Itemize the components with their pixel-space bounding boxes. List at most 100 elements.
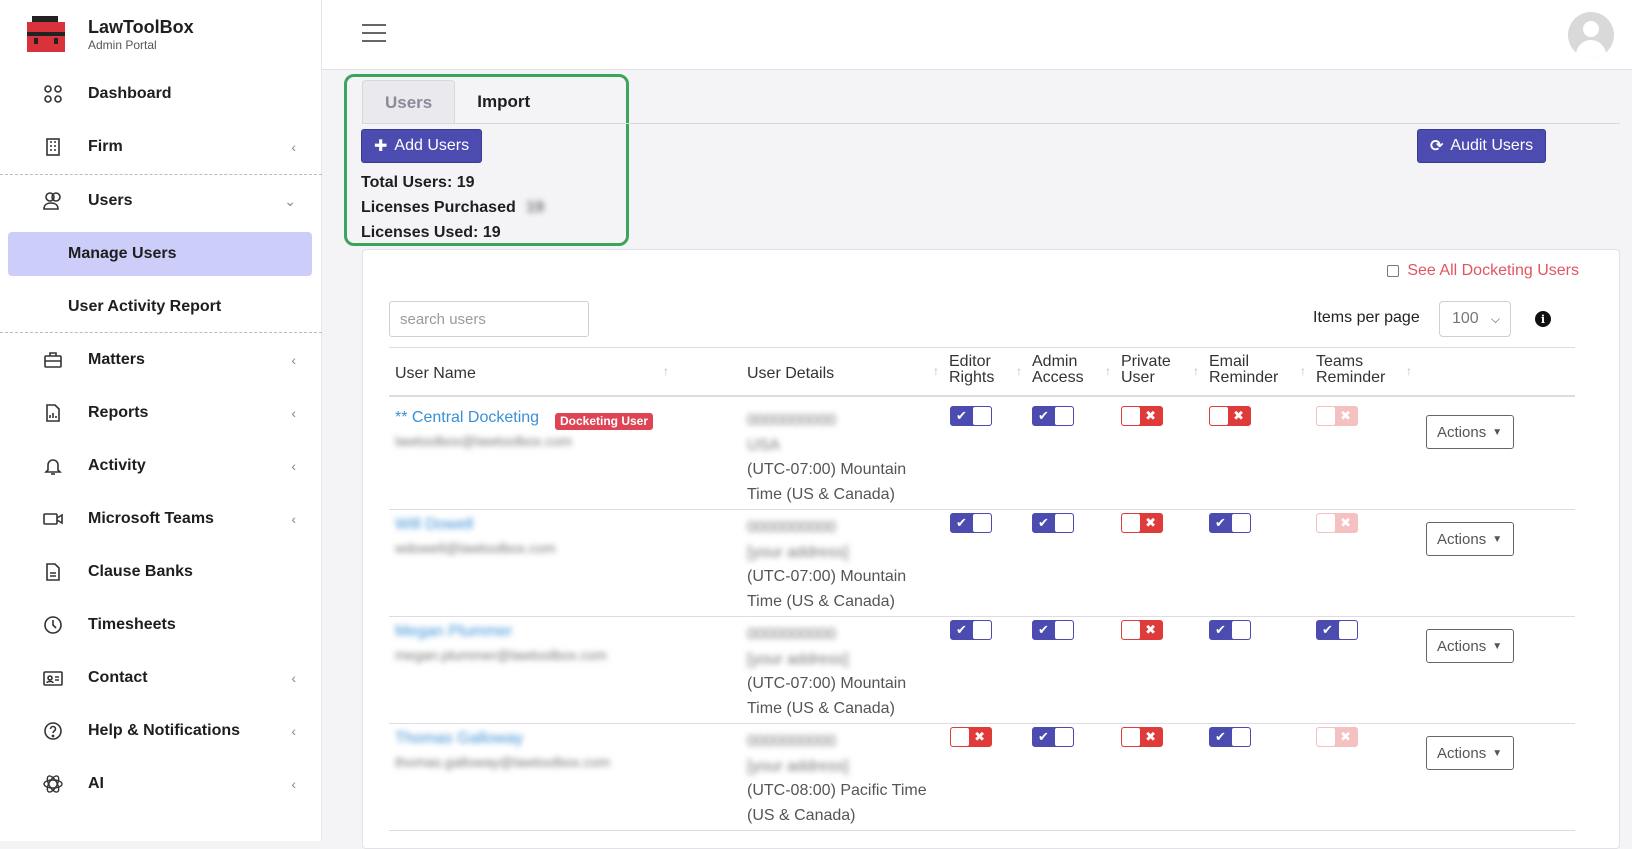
- user-timezone-line1: (UTC-08:00) Pacific Time: [747, 782, 927, 799]
- toggle-knob: [1122, 407, 1140, 425]
- ai-icon: [42, 773, 64, 795]
- sidebar-item-manage-users[interactable]: Manage Users: [8, 232, 312, 276]
- col-private-user[interactable]: Private User: [1121, 354, 1171, 386]
- actions-dropdown-button[interactable]: Actions ▼: [1426, 629, 1514, 663]
- brand[interactable]: LawToolBox Admin Portal: [24, 14, 194, 54]
- sort-arrow-icon[interactable]: ↑: [1193, 364, 1199, 378]
- avatar[interactable]: [1568, 12, 1614, 58]
- toggle-knob: [1122, 514, 1140, 532]
- private-user-toggle[interactable]: ✖: [1121, 727, 1163, 747]
- licenses-purchased-value: 19: [526, 199, 544, 216]
- sort-arrow-icon[interactable]: ↑: [1300, 364, 1306, 378]
- sort-arrow-icon[interactable]: ↑: [1406, 364, 1412, 378]
- sidebar-item-firm[interactable]: Firm ‹: [0, 125, 322, 169]
- teams-reminder-toggle[interactable]: ✖: [1316, 406, 1358, 426]
- check-icon: ✔: [956, 408, 967, 423]
- editor-rights-toggle[interactable]: ✖: [950, 727, 992, 747]
- sidebar-item-microsoft-teams[interactable]: Microsoft Teams ‹: [0, 497, 322, 541]
- user-name-link[interactable]: Thomas Galloway: [395, 730, 523, 748]
- x-icon: ✖: [1233, 408, 1244, 423]
- sidebar-item-dashboard[interactable]: Dashboard: [0, 72, 322, 116]
- sidebar-item-clause-banks[interactable]: Clause Banks: [0, 550, 322, 594]
- tab-users[interactable]: Users: [362, 80, 456, 124]
- check-icon: ✔: [1215, 729, 1226, 744]
- sort-arrow-icon[interactable]: ↑: [933, 364, 939, 378]
- col-user-details[interactable]: User Details: [747, 366, 834, 382]
- bell-icon: [42, 455, 64, 477]
- user-name-link[interactable]: ** Central Docketing: [395, 409, 539, 427]
- docketing-checkbox[interactable]: [1387, 265, 1400, 277]
- audit-users-button[interactable]: ⟳ Audit Users: [1417, 129, 1547, 163]
- admin-access-toggle[interactable]: ✔: [1032, 513, 1074, 533]
- editor-rights-toggle[interactable]: ✔: [950, 406, 992, 426]
- user-timezone-line2: Time (US & Canada): [747, 592, 895, 610]
- col-email-reminder[interactable]: Email Reminder: [1209, 354, 1278, 386]
- col-admin-access[interactable]: Admin Access: [1032, 354, 1084, 386]
- sidebar-item-help-notifications[interactable]: Help & Notifications ‹: [0, 709, 322, 753]
- chevron-left-icon: ‹: [291, 723, 296, 739]
- col-user-name[interactable]: User Name: [395, 366, 476, 382]
- teams-reminder-toggle[interactable]: ✖: [1316, 513, 1358, 533]
- admin-access-toggle[interactable]: ✔: [1032, 406, 1074, 426]
- user-address: [your address]: [747, 650, 849, 668]
- private-user-toggle[interactable]: ✖: [1121, 620, 1163, 640]
- private-user-toggle[interactable]: ✖: [1121, 406, 1163, 426]
- editor-rights-toggle[interactable]: ✔: [950, 620, 992, 640]
- sidebar-item-timesheets[interactable]: Timesheets: [0, 603, 322, 647]
- admin-access-toggle[interactable]: ✔: [1032, 620, 1074, 640]
- sidebar-item-reports[interactable]: Reports ‹: [0, 391, 322, 435]
- items-per-page-select[interactable]: 100 ⌵: [1439, 301, 1511, 337]
- x-icon: ✖: [1340, 515, 1351, 530]
- sidebar: LawToolBox Admin Portal Dashboard Firm ‹…: [0, 0, 322, 841]
- user-address: USA: [747, 436, 780, 454]
- sort-arrow-icon[interactable]: ↑: [1016, 364, 1022, 378]
- email-reminder-toggle[interactable]: ✖: [1209, 406, 1251, 426]
- sidebar-item-activity[interactable]: Activity ‹: [0, 444, 322, 488]
- col-editor-rights-line1: Editor: [949, 353, 991, 370]
- add-users-button[interactable]: ✚ Add Users: [361, 129, 483, 163]
- search-input[interactable]: [389, 301, 589, 337]
- user-timezone-line1: (UTC-07:00) Mountain: [747, 675, 907, 692]
- sidebar-subitem-label: User Activity Report: [68, 298, 222, 315]
- sidebar-item-users[interactable]: Users ⌄: [0, 179, 322, 223]
- hamburger-menu-icon[interactable]: [362, 24, 386, 44]
- sidebar-item-contact[interactable]: Contact ‹: [0, 656, 322, 700]
- info-icon[interactable]: i: [1535, 311, 1551, 327]
- actions-dropdown-button[interactable]: Actions ▼: [1426, 736, 1514, 770]
- sidebar-item-matters[interactable]: Matters ‹: [0, 338, 322, 382]
- user-name-link[interactable]: Will Dowell: [395, 516, 473, 534]
- user-phone: 0000000000: [747, 519, 836, 536]
- user-name-link[interactable]: Megan Plummer: [395, 623, 512, 641]
- sort-arrow-icon[interactable]: ↑: [663, 364, 669, 378]
- col-editor-rights[interactable]: Editor Rights: [949, 354, 994, 386]
- chevron-down-icon: ⌄: [284, 192, 296, 209]
- email-reminder-toggle[interactable]: ✔: [1209, 620, 1251, 640]
- see-all-docketing-label: See All Docketing Users: [1407, 262, 1579, 279]
- see-all-docketing-toggle[interactable]: See All Docketing Users: [1387, 262, 1579, 280]
- license-stats: Total Users: 19 Licenses Purchased 19 Li…: [361, 170, 544, 245]
- sidebar-item-user-activity-report[interactable]: User Activity Report: [8, 285, 312, 329]
- email-reminder-toggle[interactable]: ✔: [1209, 727, 1251, 747]
- tab-import[interactable]: Import: [455, 80, 552, 124]
- actions-dropdown-button[interactable]: Actions ▼: [1426, 415, 1514, 449]
- toggle-knob: [973, 514, 991, 532]
- top-bar: [322, 0, 1632, 70]
- toggle-knob: [1055, 407, 1073, 425]
- teams-reminder-toggle[interactable]: ✖: [1316, 727, 1358, 747]
- editor-rights-toggle[interactable]: ✔: [950, 513, 992, 533]
- sort-arrow-icon[interactable]: ↑: [1105, 364, 1111, 378]
- sidebar-item-label: Firm: [88, 138, 123, 155]
- user-details: 0000000000 [your address] (UTC-07:00) Moun…: [747, 623, 906, 721]
- teams-reminder-toggle[interactable]: ✔: [1316, 620, 1358, 640]
- total-users: Total Users: 19: [361, 174, 475, 191]
- actions-dropdown-button[interactable]: Actions ▼: [1426, 522, 1514, 556]
- sidebar-item-label: AI: [88, 775, 104, 792]
- private-user-toggle[interactable]: ✖: [1121, 513, 1163, 533]
- email-reminder-toggle[interactable]: ✔: [1209, 513, 1251, 533]
- sidebar-item-ai[interactable]: AI ‹: [0, 762, 322, 806]
- x-icon: ✖: [1145, 515, 1156, 530]
- toggle-knob: [1317, 514, 1335, 532]
- admin-access-toggle[interactable]: ✔: [1032, 727, 1074, 747]
- user-email: wdowell@lawtoolbox.com: [395, 540, 556, 556]
- col-teams-reminder[interactable]: Teams Reminder: [1316, 354, 1385, 386]
